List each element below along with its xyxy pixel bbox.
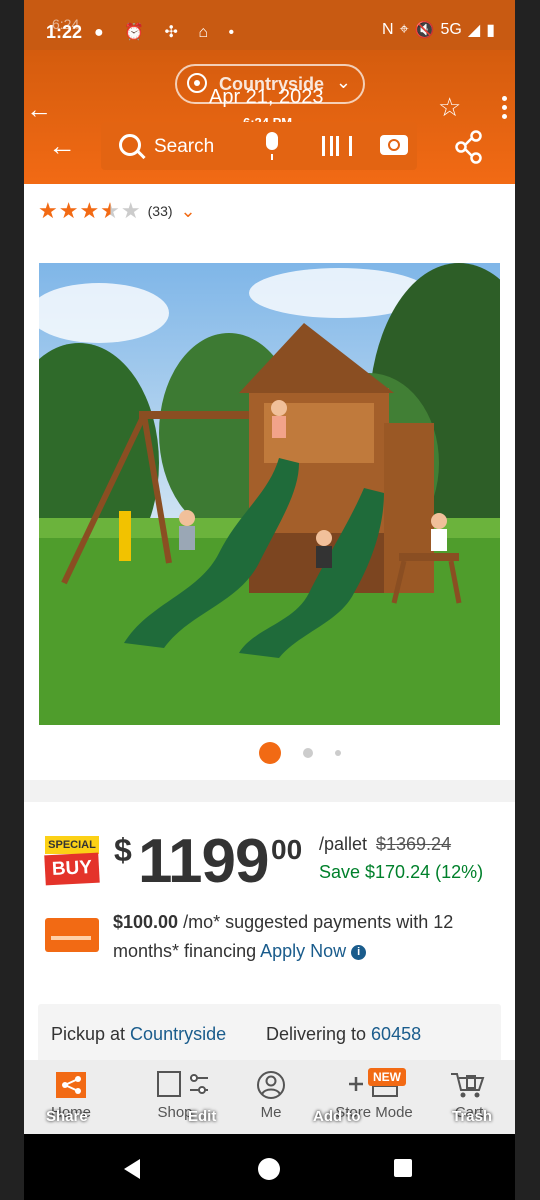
price-unit: /pallet <box>319 834 368 854</box>
location-target-icon <box>187 73 207 93</box>
price-cents: 00 <box>271 834 303 865</box>
apply-now-link[interactable]: Apply Now <box>260 941 346 961</box>
overlay-edit-action[interactable]: Edit <box>188 1108 216 1125</box>
notification-icons: ● ⏰ ✣ ⌂ • <box>94 24 243 41</box>
product-image[interactable] <box>39 263 500 725</box>
playset-illustration <box>39 263 500 725</box>
delivery-zip-link[interactable]: 60458 <box>371 1024 421 1044</box>
deliver-prefix: Delivering to <box>266 1024 372 1044</box>
pickup-prefix: Pickup at <box>51 1024 131 1044</box>
cart-trash-icon <box>451 1073 485 1098</box>
system-home-icon[interactable] <box>258 1158 280 1180</box>
app-header: Countryside ⌄ ← Apr 21, 2023 6:24 PM ☆ ←… <box>24 50 515 184</box>
financing-info: $100.00 /mo* suggested payments with 12 … <box>113 908 503 966</box>
overlay-date: Apr 21, 2023 <box>209 86 324 108</box>
battery-icon: ▮ <box>486 22 495 39</box>
search-icon <box>119 134 141 156</box>
savings-text: Save $170.24 (12%) <box>319 862 484 882</box>
share-icon[interactable] <box>454 130 484 164</box>
system-navigation-bar <box>24 1134 515 1200</box>
carousel-dot-active[interactable] <box>259 742 281 764</box>
overlay-share-action[interactable]: Share <box>46 1108 88 1125</box>
nav-me-label: Me <box>260 1104 282 1121</box>
carousel-dot[interactable] <box>303 748 313 758</box>
pickup-store-link[interactable]: Countryside <box>130 1024 226 1044</box>
credit-card-icon <box>45 918 99 952</box>
home-logo-icon <box>56 1072 86 1098</box>
signal-icon: ◢ <box>467 22 481 39</box>
more-options-icon[interactable] <box>502 96 508 123</box>
mute-icon: 🔇 <box>414 22 435 39</box>
network-label: 5G <box>440 21 462 38</box>
new-badge: NEW <box>368 1068 406 1086</box>
price-currency: $ <box>114 832 132 868</box>
image-carousel-dots[interactable] <box>259 742 341 764</box>
search-bar[interactable]: Search <box>101 122 417 170</box>
was-price: $1369.24 <box>376 834 452 854</box>
location-icon: ⌖ <box>399 21 409 38</box>
pickup-option[interactable]: Pickup at Countryside <box>51 1024 226 1045</box>
search-placeholder: Search <box>154 136 215 157</box>
microphone-icon[interactable] <box>266 132 278 160</box>
camera-icon[interactable] <box>380 135 408 155</box>
app-screen: 6:24 1:22 ● ⏰ ✣ ⌂ • N ⌖ 🔇 5G ◢ ▮ Country… <box>24 0 515 1200</box>
nfc-icon: N <box>382 21 394 38</box>
product-rating[interactable]: ★★★★★ (33) ⌄ <box>38 198 196 224</box>
system-back-icon[interactable] <box>124 1159 140 1179</box>
carousel-dot[interactable] <box>335 750 341 756</box>
edit-sliders-icon <box>157 1071 208 1097</box>
bottom-navigation: Home Shop Me Store Mode Cart <box>24 1060 515 1134</box>
status-time: 1:22 <box>46 22 83 42</box>
badge-top-text: SPECIAL <box>45 836 99 854</box>
user-icon <box>257 1071 285 1099</box>
overlay-add-to-action[interactable]: Add to <box>313 1108 360 1125</box>
badge-bottom-text: BUY <box>44 852 100 886</box>
info-icon[interactable]: i <box>351 944 367 960</box>
overlay-trash-action[interactable]: Trash <box>452 1108 492 1125</box>
favorite-star-icon[interactable]: ☆ <box>438 92 461 123</box>
nav-me[interactable]: Me <box>248 1070 294 1121</box>
financing-amount: $100.00 <box>113 912 179 932</box>
section-divider <box>24 780 515 802</box>
system-icons: N ⌖ 🔇 5G ◢ ▮ <box>382 20 495 40</box>
chevron-down-icon: ⌄ <box>335 72 351 92</box>
back-arrow-icon[interactable]: ← <box>26 94 52 125</box>
price-whole: 1199 <box>138 827 270 896</box>
system-recents-icon[interactable] <box>394 1159 412 1177</box>
delivery-option[interactable]: Delivering to 60458 <box>266 1024 421 1045</box>
review-count: (33) <box>147 203 173 219</box>
barcode-scanner-icon[interactable] <box>322 136 352 156</box>
special-buy-badge: SPECIAL BUY <box>44 836 100 886</box>
rating-stars: ★★★★★ <box>38 198 142 223</box>
back-button[interactable]: ← <box>48 130 76 162</box>
chevron-down-icon: ⌄ <box>180 200 196 221</box>
